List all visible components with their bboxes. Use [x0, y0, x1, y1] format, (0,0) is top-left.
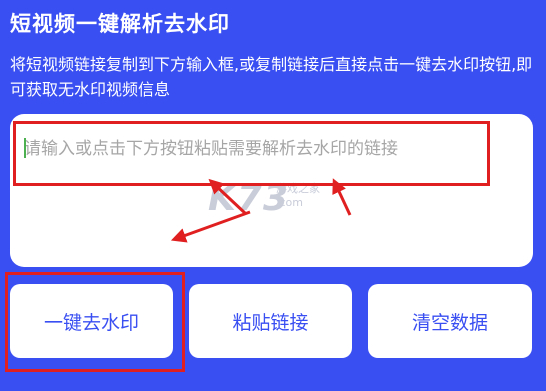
paste-link-button[interactable]: 粘贴链接 [189, 284, 352, 358]
page-title: 短视频一键解析去水印 [10, 12, 230, 36]
clear-data-button[interactable]: 清空数据 [368, 284, 532, 358]
text-cursor [24, 138, 26, 158]
remove-watermark-button[interactable]: 一键去水印 [10, 284, 173, 358]
link-input[interactable] [10, 114, 533, 267]
instructions-text: 将短视频链接复制到下方输入框,或复制链接后直接点击一键去水印按钮,即可获取无水印… [10, 55, 533, 99]
link-input-panel[interactable] [10, 114, 533, 267]
